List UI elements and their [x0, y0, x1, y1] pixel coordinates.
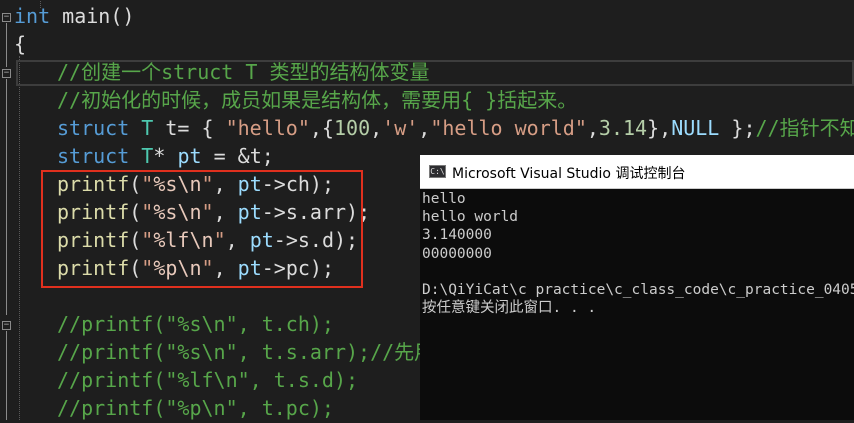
indent-guide: [19, 56, 20, 420]
code-token: int: [14, 4, 51, 28]
console-title: Microsoft Visual Studio 调试控制台: [452, 166, 686, 182]
fold-line: [6, 331, 7, 420]
code-token: struct: [57, 116, 130, 140]
code-token: },: [647, 116, 672, 140]
code-line-comment-2[interactable]: //初始化的时候，成员如果是结构体，需要用{ }括起来。: [57, 87, 577, 115]
code-token: T: [141, 116, 154, 140]
code-token: T: [141, 144, 154, 168]
code-token: pt: [177, 144, 202, 168]
code-token: ,: [586, 116, 599, 140]
code-token: = &t;: [201, 144, 274, 168]
code-token: 3.14: [598, 116, 648, 140]
code-line-comment-5[interactable]: //printf("%lf\n", t.s.d);: [57, 367, 358, 395]
code-line-comment-4[interactable]: //printf("%s\n", t.s.arr);//先用: [57, 339, 434, 367]
code-line-int-main[interactable]: int main(): [14, 3, 134, 31]
code-token: NULL: [671, 116, 720, 140]
code-line-comment-1[interactable]: //创建一个struct T 类型的结构体变量: [57, 59, 429, 87]
console-output: hello hello world 3.140000 00000000 D:\QiYi…: [422, 190, 854, 317]
console-output-line: 按任意键关闭此窗口. . .: [422, 300, 597, 317]
code-token: 100: [333, 116, 371, 140]
console-output-line: hello: [422, 191, 466, 207]
console-app-icon: C:\: [429, 165, 446, 178]
code-token: //指针不知道: [755, 116, 854, 140]
code-token: ,{: [309, 116, 334, 140]
console-output-line: D:\QiYiCat\c practice\c_class_code\c_pra…: [422, 282, 854, 299]
code-token: "hello": [225, 116, 310, 140]
code-token: {: [14, 32, 27, 56]
console-titlebar[interactable]: C:\ Microsoft Visual Studio 调试控制台: [420, 155, 854, 189]
code-token: //printf("%s\n", t.s.arr);//先用: [57, 340, 435, 364]
code-line-open-brace[interactable]: {: [14, 31, 26, 59]
code-line-comment-3[interactable]: //printf("%s\n", t.ch);: [57, 311, 334, 339]
code-token: //printf("%p\n", t.pc);: [57, 396, 334, 420]
printf-highlight-box: [41, 170, 363, 288]
code-token: ,: [418, 116, 431, 140]
console-output-line: 00000000: [422, 245, 492, 262]
code-line-comment-6[interactable]: //printf("%p\n", t.pc);: [57, 395, 334, 423]
code-token: main(): [50, 4, 135, 28]
console-output-line: 3.140000: [422, 227, 492, 244]
debug-console-window[interactable]: C:\ Microsoft Visual Studio 调试控制台 hello h…: [420, 155, 854, 420]
code-editor[interactable]: int main(){//创建一个struct T 类型的结构体变量//初始化的…: [0, 0, 854, 420]
code-token: //printf("%s\n", t.ch);: [57, 312, 334, 336]
code-token: "hello world": [430, 116, 587, 140]
code-token: struct: [57, 144, 130, 168]
fold-line: [6, 79, 7, 315]
code-token: };: [719, 116, 756, 140]
code-line-init-line[interactable]: struct T t= { "hello",{100,'w',"hello wo…: [57, 115, 854, 143]
console-output-line: hello world: [422, 209, 519, 226]
code-token: //printf("%lf\n", t.s.d);: [57, 368, 359, 392]
code-token: //初始化的时候，成员如果是结构体，需要用{ }括起来。: [57, 88, 578, 112]
code-token: t= {: [153, 116, 226, 140]
code-line-ptr-line[interactable]: struct T* pt = &t;: [57, 143, 274, 171]
code-token: ,: [370, 116, 383, 140]
fold-toggle-comment-block[interactable]: −: [2, 321, 11, 330]
code-token: *: [153, 144, 178, 168]
code-token: //创建一个struct T 类型的结构体变量: [57, 60, 430, 84]
code-token: 'w': [382, 116, 419, 140]
